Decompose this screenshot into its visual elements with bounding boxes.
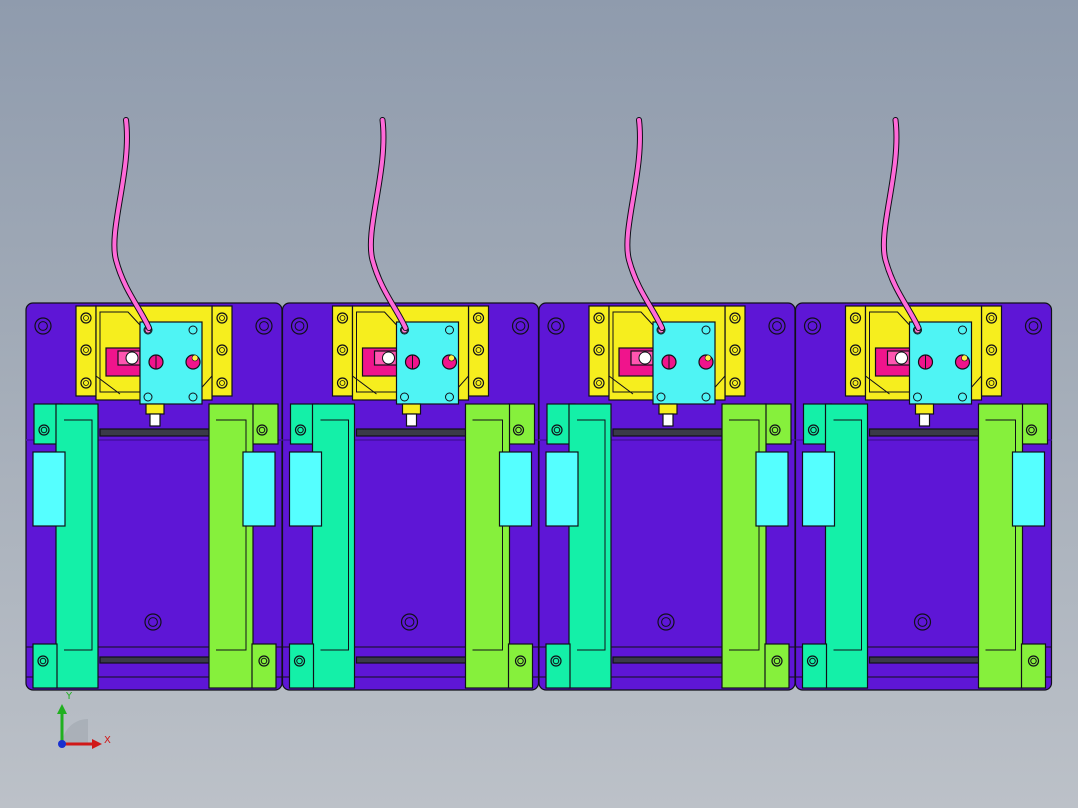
bracket-screw: [80, 377, 92, 389]
cyan-pad: [801, 451, 836, 527]
slider-pin: [382, 351, 395, 365]
fixture-stations: [25, 117, 1053, 691]
sensor-screw: [656, 392, 666, 402]
cyan-pad: [288, 451, 323, 527]
y-axis-label: Y: [65, 691, 73, 702]
bracket-screw: [849, 344, 862, 356]
cyan-pad: [1011, 451, 1046, 527]
bracket-screw: [80, 312, 92, 324]
cad-viewport[interactable]: X Y: [0, 0, 1078, 808]
sensor-screw: [701, 325, 711, 335]
bracket-screw: [985, 344, 998, 356]
cyan-pad: [242, 451, 276, 527]
sensor-screw: [958, 325, 967, 335]
sensor-screw: [445, 392, 454, 402]
sensor-screw: [958, 392, 967, 402]
bracket-screw: [472, 344, 485, 356]
fixture-station: [794, 117, 1053, 691]
clamp-hinge-top: [1020, 403, 1049, 445]
probe-collar: [658, 403, 678, 415]
bracket-screw: [216, 312, 228, 324]
bracket-screw: [472, 312, 485, 324]
sensor-screw: [188, 392, 198, 402]
clamp-hinge-top: [507, 403, 536, 445]
guide-rail-top: [868, 428, 981, 437]
sensor-screw: [143, 392, 153, 402]
cyan-pad: [755, 451, 789, 527]
bracket-screw: [849, 312, 862, 324]
z-axis-dot: [58, 740, 66, 748]
probe-tip: [918, 413, 931, 427]
fixture-station: [281, 117, 540, 691]
x-axis-label: X: [104, 735, 111, 746]
bracket-screw: [593, 377, 605, 389]
bracket-screw: [593, 344, 605, 356]
bracket-screw: [849, 377, 862, 389]
probe-tip: [149, 413, 161, 427]
guide-rail-bottom: [99, 656, 211, 664]
bracket-screw: [729, 377, 741, 389]
slider-pin: [895, 351, 908, 365]
sensor-led: [191, 354, 199, 362]
sensor-screw: [400, 392, 409, 402]
fixture-station: [25, 117, 283, 691]
probe-collar: [914, 403, 935, 415]
sensor-screw: [913, 392, 922, 402]
clamp-hinge-top: [764, 403, 792, 445]
slider-pin: [638, 351, 652, 365]
y-axis-arrowhead: [57, 704, 67, 714]
bracket-screw: [336, 312, 349, 324]
sensor-cable: [881, 118, 921, 330]
bracket-screw: [729, 344, 741, 356]
slider-pin: [125, 351, 139, 365]
bracket-screw: [216, 344, 228, 356]
bracket-screw: [472, 377, 485, 389]
coordinate-triad[interactable]: X Y: [57, 691, 111, 749]
sensor-screw: [188, 325, 198, 335]
assembly-scene[interactable]: X Y: [0, 0, 1078, 808]
guide-rail-bottom: [868, 656, 981, 664]
guide-rail-bottom: [355, 656, 468, 664]
cyan-pad: [32, 451, 66, 527]
bracket-screw: [985, 377, 998, 389]
guide-rail-top: [355, 428, 468, 437]
sensor-led: [448, 354, 455, 362]
guide-rail-top: [99, 428, 211, 437]
sensor-screw: [701, 392, 711, 402]
fixture-station: [538, 117, 796, 691]
bracket-screw: [593, 312, 605, 324]
sensor-cable: [112, 118, 151, 330]
bracket-screw: [336, 344, 349, 356]
probe-tip: [662, 413, 674, 427]
sensor-screw: [445, 325, 454, 335]
bracket-screw: [80, 344, 92, 356]
triad-shadow: [62, 719, 88, 745]
sensor-led: [704, 354, 712, 362]
sensor-cable: [368, 118, 408, 330]
cyan-pad: [498, 451, 533, 527]
guide-rail-bottom: [612, 656, 724, 664]
probe-collar: [145, 403, 165, 415]
clamp-hinge-top: [251, 403, 279, 445]
probe-collar: [401, 403, 422, 415]
probe-tip: [405, 413, 418, 427]
bracket-screw: [985, 312, 998, 324]
cyan-pad: [545, 451, 579, 527]
bracket-screw: [336, 377, 349, 389]
bracket-screw: [729, 312, 741, 324]
bracket-screw: [216, 377, 228, 389]
sensor-cable: [625, 118, 664, 330]
guide-rail-top: [612, 428, 724, 437]
sensor-led: [961, 354, 968, 362]
x-axis-arrowhead: [92, 739, 102, 749]
